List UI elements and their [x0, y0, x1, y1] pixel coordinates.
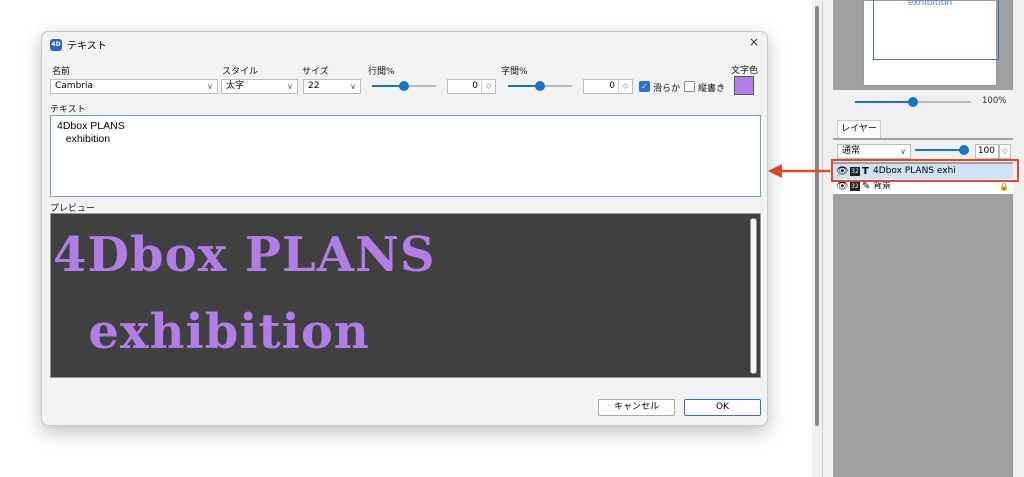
size-value: 22	[308, 81, 320, 91]
zoom-slider-thumb[interactable]	[908, 97, 918, 107]
spinner-icon[interactable]: ◇	[618, 80, 632, 93]
eye-icon[interactable]: 👁	[836, 179, 849, 194]
navigator: exhibition	[833, 0, 1013, 90]
dialog-title: テキスト	[67, 41, 107, 52]
chevron-down-icon: ∨	[350, 82, 356, 91]
font-name-label: 名前	[52, 67, 71, 77]
text-dialog: 4D テキスト × 名前 Cambria ∨ スタイル 太字 ∨ サイズ 22 …	[41, 31, 768, 426]
vertical-checkbox[interactable]	[684, 81, 695, 92]
size-label: サイズ	[302, 67, 329, 77]
tab-layers[interactable]: レイヤー	[837, 120, 881, 138]
opacity-slider-thumb[interactable]	[959, 145, 969, 155]
lock-icon: 🔒	[999, 182, 1009, 191]
preview-scrollbar[interactable]	[750, 218, 757, 374]
char-spacing-slider[interactable]	[508, 80, 572, 92]
font-name-value: Cambria	[55, 81, 93, 91]
text-color-swatch[interactable]	[734, 76, 754, 95]
line-spacing-value: 0	[472, 81, 478, 91]
text-input[interactable]: 4Dbox PLANS exhibition	[50, 115, 761, 197]
chevron-down-icon: ∨	[900, 147, 906, 156]
spinner-icon[interactable]: ◇	[481, 80, 495, 93]
opacity-slider[interactable]	[915, 144, 971, 156]
text-color-label: 文字色	[731, 66, 759, 76]
chevron-down-icon: ∨	[287, 82, 293, 91]
ok-button[interactable]: OK	[684, 399, 761, 416]
font-name-select[interactable]: Cambria ∨	[50, 79, 218, 94]
zoom-slider-fill	[855, 101, 913, 103]
preview-text: 4Dbox PLANS exhibition	[53, 227, 436, 360]
bit-depth-badge: 32	[850, 167, 860, 176]
vertical-label: 縦書き	[698, 84, 726, 94]
opacity-spinner[interactable]: ◇	[999, 144, 1011, 159]
char-spacing-label: 字間%	[501, 67, 528, 77]
scrollbar-thumb[interactable]	[815, 6, 819, 426]
layer-row-background[interactable]: 👁 32 ✎ 背景 🔒	[833, 179, 1013, 194]
app-scrollbar[interactable]	[812, 0, 822, 477]
char-spacing-input[interactable]: 0 ◇	[583, 79, 633, 94]
zoom-control: 100%	[855, 96, 1007, 108]
annotation-arrow	[768, 164, 830, 178]
preview-pane: 4Dbox PLANS exhibition	[50, 213, 761, 378]
style-label: スタイル	[222, 67, 259, 77]
line-spacing-input[interactable]: 0 ◇	[447, 79, 496, 94]
cancel-button[interactable]: キャンセル	[598, 399, 675, 416]
slider-thumb[interactable]	[399, 81, 409, 91]
opacity-input[interactable]: 100	[975, 144, 999, 159]
line-spacing-slider[interactable]	[372, 80, 436, 92]
bit-depth-badge: 32	[850, 182, 860, 191]
layer-name: 4Dbox PLANS exhi	[873, 166, 956, 176]
zoom-value: 100%	[982, 96, 1007, 106]
opacity-slider-fill	[915, 149, 965, 151]
chevron-down-icon: ∨	[207, 82, 213, 91]
style-select[interactable]: 太字 ∨	[221, 79, 298, 94]
layer-name: 背景	[873, 181, 892, 191]
text-label: テキスト	[50, 105, 86, 115]
text-layer-icon: T	[862, 166, 869, 177]
blend-mode-value: 通常	[842, 146, 861, 156]
char-spacing-value: 0	[609, 81, 615, 91]
layer-row-text[interactable]: 👁 32 T 4Dbox PLANS exhi	[833, 164, 1013, 179]
pencil-icon: ✎	[862, 181, 871, 192]
style-value: 太字	[226, 81, 245, 91]
navigator-view-frame[interactable]	[873, 0, 999, 60]
right-panel: exhibition 100% レイヤー 通常 ∨ 100 ◇ 👁 32 T 4…	[822, 0, 1024, 477]
line-spacing-label: 行間%	[368, 67, 395, 77]
close-button[interactable]: ×	[749, 35, 759, 49]
size-select[interactable]: 22 ∨	[303, 79, 361, 94]
smooth-checkbox[interactable]: ✓	[639, 81, 650, 92]
slider-thumb[interactable]	[535, 81, 545, 91]
app-logo-icon: 4D	[50, 39, 62, 51]
smooth-label: 滑らか	[653, 84, 681, 94]
layer-options-row: 通常 ∨ 100 ◇	[833, 140, 1013, 162]
blend-mode-select[interactable]: 通常 ∨	[837, 144, 911, 159]
eye-icon[interactable]: 👁	[836, 164, 849, 179]
